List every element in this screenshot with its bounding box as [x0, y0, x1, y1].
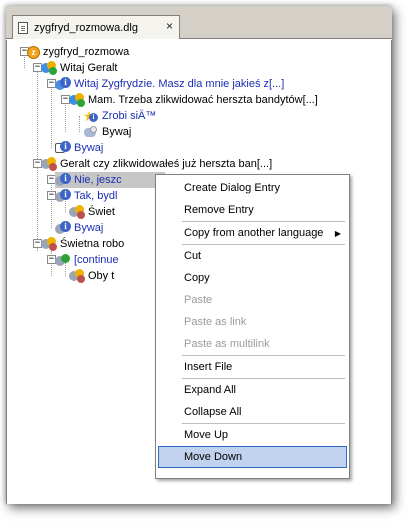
tab-strip: zygfryd_rozmowa.dlg × — [6, 6, 392, 39]
menu-move-down[interactable]: Move Down — [158, 446, 347, 468]
npc-line-icon — [41, 61, 57, 75]
tree-node[interactable]: i Tak, bydl — [55, 188, 117, 204]
tree-node[interactable]: i Bywaj — [55, 140, 103, 156]
tree-node[interactable]: i Bywaj — [55, 220, 103, 236]
submenu-arrow-icon: ▶ — [334, 228, 341, 238]
exit-link-icon — [83, 125, 99, 139]
menu-paste-as-link[interactable]: Paste as link — [158, 311, 347, 333]
dialog-file-icon: z — [27, 45, 40, 59]
tree-root[interactable]: z zygfryd_rozmowa — [27, 44, 129, 60]
tree-node-selected[interactable]: i Nie, jeszc — [55, 172, 165, 188]
player-line-icon: i — [55, 141, 71, 155]
menu-remove-entry[interactable]: Remove Entry — [158, 199, 347, 221]
quest-star-icon: ★ i — [83, 109, 99, 123]
player-line-icon: i — [55, 189, 71, 203]
menu-paste-as-multilink[interactable]: Paste as multilink — [158, 333, 347, 355]
player-line-icon: i — [55, 77, 71, 91]
tree-node[interactable]: Świet — [69, 204, 115, 220]
menu-cut[interactable]: Cut — [158, 245, 347, 267]
menu-collapse-all[interactable]: Collapse All — [158, 401, 347, 423]
npc-line-icon — [41, 237, 57, 251]
document-icon — [18, 21, 28, 34]
tab-zygfryd-dialog[interactable]: zygfryd_rozmowa.dlg × — [12, 15, 180, 39]
tab-title: zygfryd_rozmowa.dlg — [34, 21, 138, 34]
npc-line-icon — [41, 157, 57, 171]
npc-line-icon — [69, 93, 85, 107]
tree-node[interactable]: Oby t — [69, 268, 114, 284]
tree-node[interactable]: i Witaj Zygfrydzie. Masz dla mnie jakieś… — [55, 76, 284, 92]
menu-paste[interactable]: Paste — [158, 289, 347, 311]
tree-node[interactable]: Mam. Trzeba zlikwidować herszta bandytów… — [69, 92, 318, 108]
continue-icon — [55, 253, 71, 267]
player-line-icon: i — [55, 173, 71, 187]
tree-node[interactable]: Świetna robo — [41, 236, 124, 252]
player-line-icon: i — [55, 221, 71, 235]
menu-copy-from-language-label: Copy from another language — [184, 227, 324, 239]
menu-move-up[interactable]: Move Up — [158, 424, 347, 446]
tree-node[interactable]: [continue — [55, 252, 119, 268]
tree-node[interactable]: Bywaj — [83, 124, 131, 140]
close-icon[interactable]: × — [163, 20, 176, 33]
menu-insert-file[interactable]: Insert File — [158, 356, 347, 378]
tree-node[interactable]: ★ i Zrobi siÄ™ — [83, 108, 156, 124]
menu-copy[interactable]: Copy — [158, 267, 347, 289]
context-menu: Create Dialog Entry Remove Entry Copy fr… — [155, 174, 350, 479]
npc-line-icon — [69, 205, 85, 219]
menu-create-dialog-entry[interactable]: Create Dialog Entry — [158, 177, 347, 199]
menu-copy-from-language[interactable]: Copy from another language ▶ — [158, 222, 347, 244]
tree-node[interactable]: Witaj Geralt — [41, 60, 117, 76]
tree-node[interactable]: Geralt czy zlikwidowałeś już herszta ban… — [41, 156, 272, 172]
npc-line-icon — [69, 269, 85, 283]
menu-expand-all[interactable]: Expand All — [158, 379, 347, 401]
